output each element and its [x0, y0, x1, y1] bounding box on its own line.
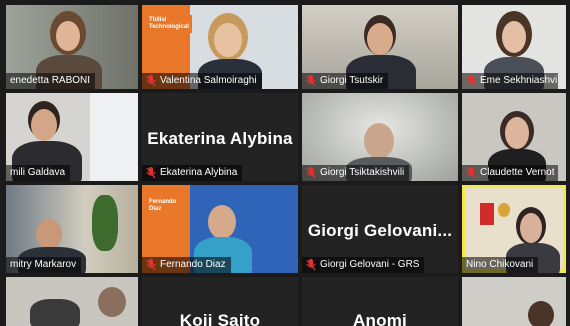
participant-tile[interactable]: enedetta RABONI	[6, 5, 138, 89]
hair	[528, 301, 554, 326]
participant-tile[interactable]: Giorgi Tsiktakishvili	[302, 93, 458, 181]
plant	[92, 195, 118, 251]
face	[208, 205, 236, 239]
participant-name: Fernando Diaz	[142, 257, 231, 273]
name-text: Fernando Diaz	[160, 259, 226, 270]
participant-tile[interactable]	[6, 277, 138, 326]
video-gallery: enedetta RABONI Tbilisi Technological Va…	[0, 0, 570, 326]
emblem	[498, 203, 510, 217]
participant-tile[interactable]: Anomi	[302, 277, 458, 326]
participant-name: Valentina Salmoiraghi	[142, 73, 262, 89]
face	[31, 109, 57, 141]
participant-tile[interactable]: mili Galdava	[6, 93, 138, 181]
mic-off-icon	[306, 75, 316, 87]
participant-name: Ekaterina Alybina	[142, 165, 243, 181]
participant-tile[interactable]: Ekaterina Alybina Ekaterina Alybina	[142, 93, 298, 181]
participant-name: Eme Sekhniashvi	[462, 73, 558, 89]
participant-tile-active-speaker[interactable]: Nino Chikovani	[462, 185, 566, 273]
participant-display-name: Anomi	[353, 311, 407, 326]
participant-tile[interactable]: Eme Sekhniashvi	[462, 5, 566, 89]
face	[520, 213, 542, 243]
name-text: Valentina Salmoiraghi	[160, 75, 257, 86]
face	[502, 21, 526, 53]
name-text: Eme Sekhniashvi	[480, 75, 558, 86]
brand-text: Fernando Diaz	[146, 197, 190, 215]
name-text: mitry Markarov	[10, 259, 77, 270]
face	[364, 123, 394, 159]
face	[98, 287, 126, 317]
name-text: Giorgi Gelovani - GRS	[320, 259, 420, 270]
participant-tile[interactable]: Giorgi Tsutskir	[302, 5, 458, 89]
face	[36, 219, 62, 249]
face	[367, 23, 393, 55]
mic-off-icon	[466, 75, 476, 87]
participant-name: enedetta RABONI	[6, 73, 96, 89]
flag	[480, 203, 494, 225]
window	[90, 93, 138, 181]
face	[56, 21, 80, 51]
mic-off-icon	[146, 259, 156, 271]
participant-display-name: Koji Saito	[179, 311, 261, 326]
participant-tile[interactable]: Tbilisi Technological Valentina Salmoira…	[142, 5, 298, 89]
participant-tile[interactable]: Fernando Diaz Fernando Diaz	[142, 185, 298, 273]
mic-off-icon	[466, 167, 476, 179]
participant-name: Giorgi Tsutskir	[302, 73, 389, 89]
name-text: Ekaterina Alybina	[160, 167, 238, 178]
participant-tile[interactable]	[462, 277, 566, 326]
brand-text: Tbilisi Technological	[146, 15, 192, 33]
name-text: Giorgi Tsutskir	[320, 75, 384, 86]
participant-tile[interactable]: mitry Markarov	[6, 185, 138, 273]
participant-name: Giorgi Gelovani - GRS	[302, 257, 425, 273]
participant-name: mitry Markarov	[6, 257, 82, 273]
participant-tile[interactable]: Claudette Vernot	[462, 93, 566, 181]
mic-off-icon	[306, 259, 316, 271]
participant-name: mili Galdava	[6, 165, 71, 181]
name-text: Nino Chikovani	[466, 259, 534, 270]
participant-tile[interactable]: Koji Saito	[142, 277, 298, 326]
participant-name: Giorgi Tsiktakishvili	[302, 165, 410, 181]
participant-tile[interactable]: Giorgi Gelovani... Giorgi Gelovani - GRS	[302, 185, 458, 273]
name-text: enedetta RABONI	[10, 75, 91, 86]
name-text: Claudette Vernot	[480, 167, 555, 178]
name-text: mili Galdava	[10, 167, 66, 178]
participant-name: Nino Chikovani	[462, 257, 539, 273]
participant-display-name: Ekaterina Alybina	[147, 129, 293, 148]
mic-off-icon	[306, 167, 316, 179]
face	[214, 23, 242, 57]
participant-display-name: Giorgi Gelovani...	[307, 221, 453, 240]
mic-off-icon	[146, 75, 156, 87]
mic-off-icon	[146, 167, 156, 179]
participant-name: Claudette Vernot	[462, 165, 558, 181]
torso	[30, 299, 80, 326]
name-text: Giorgi Tsiktakishvili	[320, 167, 405, 178]
face	[505, 117, 529, 149]
